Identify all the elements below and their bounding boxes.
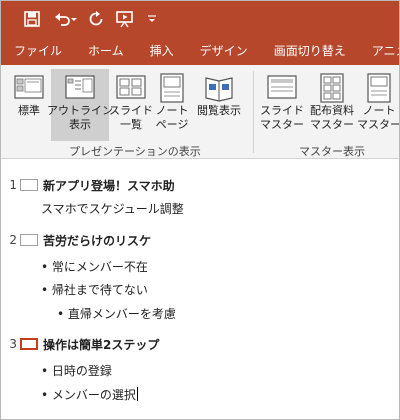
outline-slide-2[interactable]: 2 苦労だらけのリスケ [1,229,151,251]
notes-master-icon [362,72,396,104]
slide-number: 2 [9,233,17,247]
notes-master-button[interactable]: ノート マスター [357,69,400,141]
tab-file[interactable]: ファイル [1,37,75,65]
outline-bullet-active[interactable]: • メンバーの選択 [41,386,138,403]
reading-view-icon [202,72,236,104]
save-icon[interactable] [21,7,43,31]
quick-access-toolbar [1,1,399,37]
ribbon-view-panel: 標準 アウトライン 表示 スライド 一覧 ノート ページ 閲覧表示 プレゼンテー… [1,65,400,159]
group-separator [253,71,254,153]
outline-bullet[interactable]: • 帰社まで待てない [41,281,148,298]
undo-icon[interactable] [51,7,81,31]
slide-thumbnail-icon[interactable] [20,179,38,191]
outline-sub-bullet[interactable]: • 直帰メンバーを考慮 [57,305,176,322]
slide-sorter-icon [114,72,148,104]
tab-transitions[interactable]: 画面切り替え [261,37,359,65]
outline-bullet[interactable]: • 常にメンバー不在 [41,258,148,275]
presentation-views-group-label: プレゼンテーションの表示 [69,145,201,158]
notes-master-label: ノート マスター [357,104,400,131]
slide-number: 3 [9,337,17,351]
slide-sorter-button[interactable]: スライド 一覧 [109,69,153,141]
handout-master-label: 配布資料 マスター [310,104,354,131]
normal-view-icon [12,72,46,104]
outline-view-button[interactable]: アウトライン 表示 [47,69,113,141]
notes-page-icon [155,72,189,104]
outline-bullet[interactable]: • 日時の登録 [41,362,112,379]
outline-slide-3[interactable]: 3 操作は簡単2ステップ [1,333,159,355]
slide-title[interactable]: 操作は簡単2ステップ [43,336,159,353]
notes-page-label: ノート ページ [155,104,189,131]
slide-master-button[interactable]: スライド マスター [259,69,305,141]
slide-title[interactable]: 新アプリ登場！スマホ助 [43,177,175,194]
start-from-beginning-icon[interactable] [113,7,137,31]
slide-master-icon [265,72,299,104]
tab-home[interactable]: ホーム [75,37,137,65]
outline-view-label: アウトライン 表示 [47,104,113,131]
normal-view-button[interactable]: 標準 [11,69,47,141]
slide-title[interactable]: 苦労だらけのリスケ [43,232,151,249]
outline-subtitle[interactable]: スマホでスケジュール調整 [41,200,184,217]
slide-thumbnail-icon[interactable] [20,338,38,350]
ribbon-tabs: ファイル ホーム 挿入 デザイン 画面切り替え アニメーション [1,37,399,65]
notes-page-button[interactable]: ノート ページ [153,69,191,141]
outline-view-icon [63,72,97,104]
slide-thumbnail-icon[interactable] [20,234,38,246]
outline-slide-1[interactable]: 1 新アプリ登場！スマホ助 [1,174,175,196]
master-views-group-label: マスター表示 [299,145,365,158]
outline-bullet-text[interactable]: • メンバーの選択 [41,388,136,402]
normal-view-label: 標準 [18,104,40,117]
text-cursor [136,387,138,401]
repeat-icon[interactable] [85,7,107,31]
tab-animations[interactable]: アニメーション [359,37,399,65]
slide-sorter-label: スライド 一覧 [109,104,153,131]
customize-quick-access-icon[interactable] [145,7,159,31]
powerpoint-window: ファイル ホーム 挿入 デザイン 画面切り替え アニメーション 標準 アウトライ… [0,0,400,420]
tab-insert[interactable]: 挿入 [137,37,187,65]
reading-view-button[interactable]: 閲覧表示 [193,69,245,141]
tab-design[interactable]: デザイン [187,37,261,65]
outline-pane[interactable]: 1 新アプリ登場！スマホ助 スマホでスケジュール調整 2 苦労だらけのリスケ •… [1,159,399,419]
handout-master-button[interactable]: 配布資料 マスター [307,69,357,141]
handout-master-icon [315,72,349,104]
reading-view-label: 閲覧表示 [197,104,241,117]
slide-number: 1 [9,178,17,192]
slide-master-label: スライド マスター [260,104,304,131]
